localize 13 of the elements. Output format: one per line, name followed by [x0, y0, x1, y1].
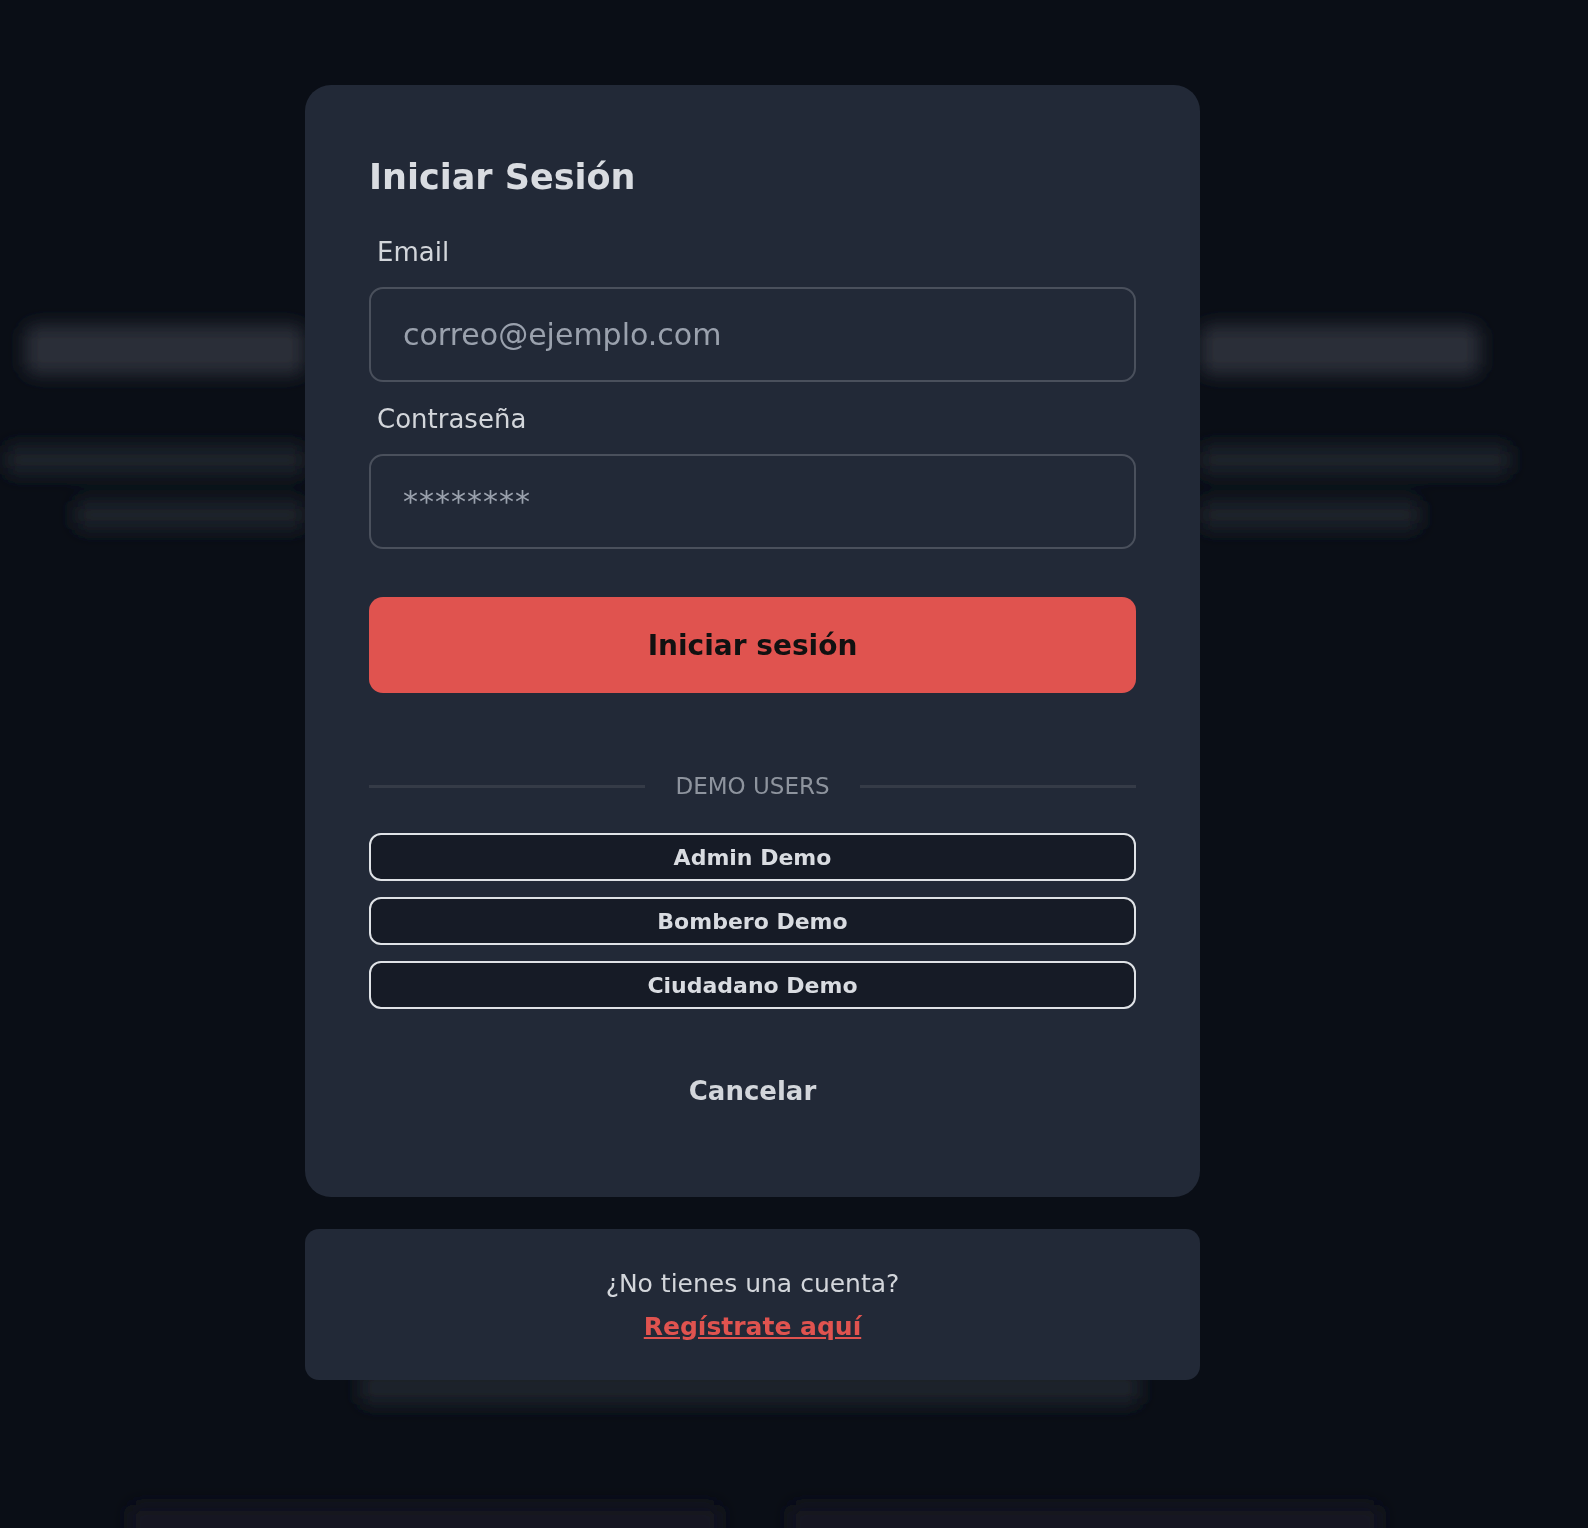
field-label: Email: [377, 237, 450, 267]
login-button[interactable]: Iniciar sesión: [369, 597, 1136, 693]
demo-user-button[interactable]: Admin Demo: [369, 833, 1136, 881]
cancel-button[interactable]: Cancelar: [682, 1075, 823, 1107]
demo-user-button[interactable]: Ciudadano Demo: [369, 961, 1136, 1009]
register-question: ¿No tienes una cuenta?: [605, 1268, 900, 1298]
field-label: Contraseña: [377, 404, 527, 434]
email-field[interactable]: correo@ejemplo.com: [369, 287, 1136, 382]
password-field[interactable]: ********: [369, 454, 1136, 549]
divider-label: DEMO USERS: [675, 773, 830, 799]
demo-user-button[interactable]: Bombero Demo: [369, 897, 1136, 945]
dialog-title: Iniciar Sesión: [369, 157, 637, 197]
register-link[interactable]: Regístrate aquí: [643, 1311, 862, 1341]
